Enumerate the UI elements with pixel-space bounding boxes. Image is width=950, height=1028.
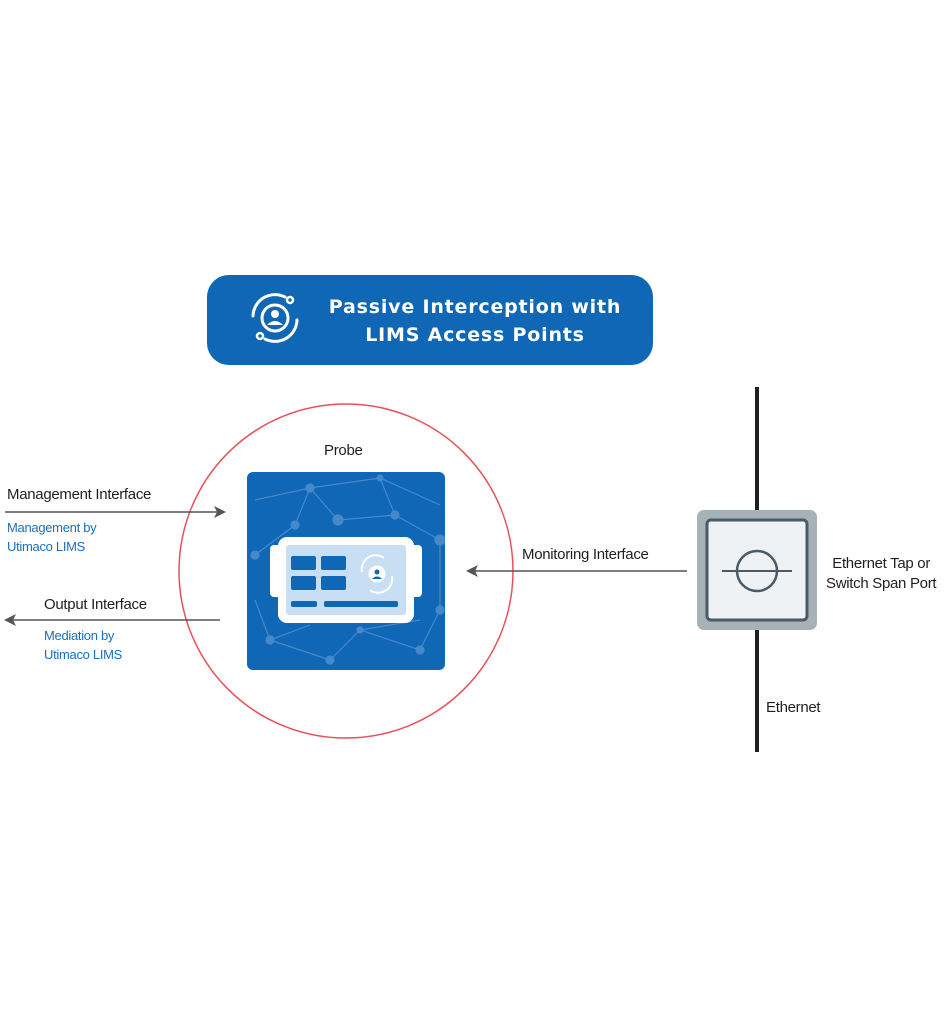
diagram-canvas (4, 387, 817, 752)
tap-label: Ethernet Tap or Switch Span Port (826, 554, 937, 594)
output-interface-label: Output Interface (44, 596, 147, 613)
probe-device (247, 472, 445, 670)
diagram: Passive Interception with LIMS Access Po… (0, 0, 950, 1028)
output-note-line1: Mediation by (44, 628, 115, 643)
management-note: Management by Utimaco LIMS (7, 518, 97, 556)
management-interface-label: Management Interface (7, 486, 152, 503)
management-note-line2: Utimaco LIMS (7, 539, 86, 554)
ethernet-label: Ethernet (766, 699, 821, 716)
appliance-panel (270, 537, 422, 623)
monitoring-interface-label: Monitoring Interface (522, 546, 649, 563)
probe-label: Probe (324, 442, 363, 459)
output-note-line2: Utimaco LIMS (44, 647, 123, 662)
management-note-line1: Management by (7, 520, 97, 535)
tap-label-line2: Switch Span Port (826, 575, 937, 592)
ethernet-tap-device (697, 510, 817, 630)
output-note: Mediation by Utimaco LIMS (44, 626, 122, 664)
tap-label-line1: Ethernet Tap or (832, 555, 931, 572)
